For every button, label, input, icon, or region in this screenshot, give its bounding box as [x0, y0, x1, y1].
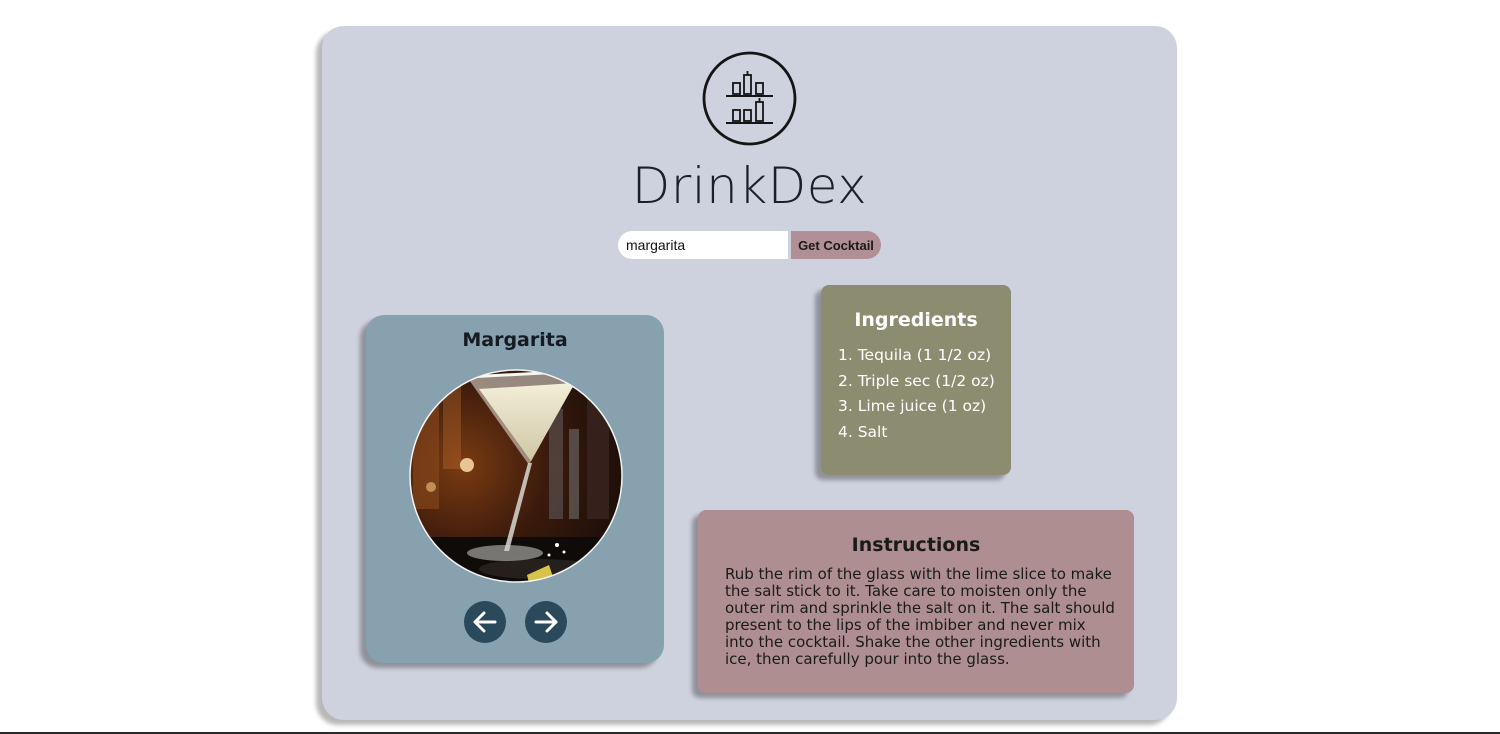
app-title: DrinkDex — [631, 157, 868, 215]
ingredient-item: 4. Salt — [838, 423, 888, 442]
instructions-text: Rub the rim of the glass with the lime s… — [725, 565, 1115, 668]
ingredient-item: 1. Tequila (1 1/2 oz) — [838, 346, 992, 364]
drink-card: Margarita — [366, 315, 664, 663]
bar-shelf-bottles-icon — [702, 51, 797, 146]
ingredient-item: 3. Lime juice (1 oz) — [838, 397, 987, 416]
instructions-title: Instructions — [851, 534, 981, 556]
get-cocktail-button[interactable]: Get Cocktail — [791, 231, 881, 259]
drink-name: Margarita — [462, 329, 568, 351]
instructions-card: Instructions Rub the rim of the glass wi… — [698, 510, 1134, 693]
drink-photo — [409, 369, 623, 583]
ingredients-title: Ingredients — [854, 309, 978, 331]
search-input[interactable] — [618, 231, 788, 259]
prev-button[interactable] — [464, 601, 506, 643]
main-card: DrinkDex Get Cocktail Margarita — [322, 26, 1177, 720]
arrow-left-icon — [473, 611, 497, 633]
arrow-right-icon — [534, 611, 558, 633]
next-button[interactable] — [525, 601, 567, 643]
ingredients-list: 1. Tequila (1 1/2 oz) 2. Triple sec (1/2… — [838, 343, 995, 446]
ingredients-card: Ingredients 1. Tequila (1 1/2 oz) 2. Tri… — [821, 285, 1011, 475]
ingredient-item: 2. Triple sec (1/2 oz) — [838, 371, 995, 390]
